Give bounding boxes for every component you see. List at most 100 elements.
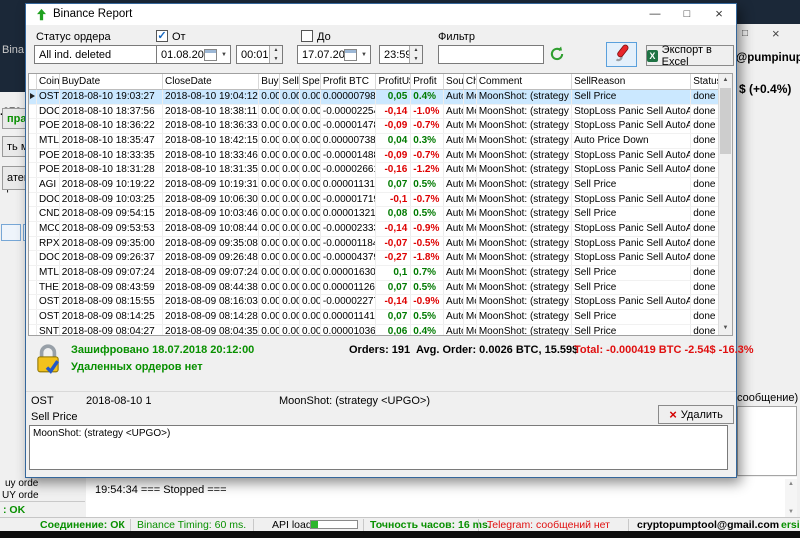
log-scrollbar[interactable]: ▲ ▼ xyxy=(785,479,797,517)
table-row[interactable]: MTL 2018-08-10 18:35:47 2018-08-10 18:42:1… xyxy=(29,133,721,149)
header-buyf[interactable]: BuyF xyxy=(259,74,281,90)
cell-coin: POE xyxy=(38,163,60,177)
comment-textarea[interactable]: MoonShot: (strategy <UPGO>) xyxy=(29,425,728,470)
table-row[interactable]: DOC 2018-08-09 10:03:25 2018-08-09 10:06:3… xyxy=(29,192,721,208)
from-date-picker[interactable]: 01.08.2018 ▼ xyxy=(156,45,231,64)
back-maximize-button[interactable]: □ xyxy=(742,28,748,39)
header-sper[interactable]: Sper xyxy=(300,74,321,90)
refresh-button[interactable] xyxy=(549,46,569,64)
delete-x-icon: × xyxy=(669,406,677,422)
header-source[interactable]: Sour xyxy=(444,74,464,90)
cell-reason: Sell Price xyxy=(572,324,692,335)
scroll-up-icon[interactable]: ▲ xyxy=(719,74,732,87)
header-comment[interactable]: Comment xyxy=(476,74,573,90)
header-closedate[interactable]: CloseDate xyxy=(163,74,260,90)
cell-close: 2018-08-09 08:04:35 xyxy=(163,324,260,335)
table-row[interactable]: POE 2018-08-10 18:33:35 2018-08-10 18:33:4… xyxy=(29,148,721,164)
cell-comment: MoonShot: (strategy <UPGO>) xyxy=(477,221,573,236)
ticker-fragment: $ (+0.4%) xyxy=(739,82,792,96)
cell-ch: Mc xyxy=(464,163,477,177)
cell-comment: MoonShot: (strategy <UPGO>) xyxy=(477,295,573,309)
spin-down-icon[interactable]: ▼ xyxy=(270,55,282,64)
back-message-box[interactable] xyxy=(737,406,797,476)
table-row[interactable]: MTL 2018-08-09 09:07:24 2018-08-09 09:07:2… xyxy=(29,265,721,281)
cell-status: done xyxy=(693,252,716,264)
scrollbar-thumb[interactable] xyxy=(720,88,731,154)
back-close-button[interactable]: × xyxy=(772,26,780,41)
row-marker xyxy=(29,251,37,265)
cell-sour: Auto xyxy=(444,207,464,221)
spin-down-icon[interactable]: ▼ xyxy=(410,55,422,64)
spin-up-icon[interactable]: ▲ xyxy=(270,46,282,55)
taskbar[interactable] xyxy=(0,531,800,538)
log-area xyxy=(86,477,797,517)
header-sellf[interactable]: SellF xyxy=(280,74,301,90)
settings-button[interactable] xyxy=(606,42,637,67)
header-buydate[interactable]: BuyDate xyxy=(59,74,164,90)
table-row[interactable]: AGI 2018-08-09 10:19:22 2018-08-09 10:19:3… xyxy=(29,177,721,193)
header-status[interactable]: Status xyxy=(691,74,721,90)
cell-usd: -0,09 xyxy=(376,148,412,163)
cell-reason: Sell Price xyxy=(572,280,692,295)
table-row[interactable]: RPX 2018-08-09 09:35:00 2018-08-09 09:35:0… xyxy=(29,236,721,252)
table-row[interactable]: DOC 2018-08-10 18:37:56 2018-08-10 18:38:1… xyxy=(29,104,721,120)
order-status-combobox[interactable]: All ind. deleted ▼ xyxy=(34,45,166,64)
table-row[interactable]: DOC 2018-08-09 09:26:37 2018-08-09 09:26:4… xyxy=(29,251,721,266)
table-row[interactable]: THET2018-08-09 08:43:592018-08-09 08:44:… xyxy=(29,280,721,296)
close-button[interactable]: × xyxy=(703,4,735,25)
scroll-down-icon[interactable]: ▼ xyxy=(785,507,797,517)
detail-panel: OST 2018-08-10 1 MoonShot: (strategy <UP… xyxy=(26,391,736,426)
cell-coin: OST xyxy=(38,295,60,309)
maximize-button[interactable]: □ xyxy=(671,4,703,25)
table-row[interactable]: SNT 2018-08-09 08:04:27 2018-08-09 08:04:3… xyxy=(29,324,721,335)
cell-buyf: 0.00 xyxy=(261,221,281,236)
cell-buyf: 0.00 xyxy=(261,280,281,295)
spinner[interactable]: ▲ ▼ xyxy=(409,46,422,63)
table-row[interactable]: POE 2018-08-10 18:31:28 2018-08-10 18:31:3… xyxy=(29,163,721,178)
header-sellreason[interactable]: SellReason xyxy=(572,74,692,90)
header-profit-pct[interactable]: Profit xyxy=(411,74,445,90)
from-time-stepper[interactable]: 00:01 ▲ ▼ xyxy=(236,45,283,64)
cell-sper: 0.00 xyxy=(302,163,321,177)
left-fragment-button[interactable] xyxy=(1,224,21,241)
to-time-stepper[interactable]: 23:59 ▲ ▼ xyxy=(379,45,423,64)
header-coin[interactable]: Coin xyxy=(36,74,60,90)
cell-btc: 0.00001036 xyxy=(321,324,377,335)
from-checkbox[interactable]: ✓ xyxy=(156,30,168,42)
cell-buyf: 0.00 xyxy=(261,192,281,207)
cell-buy: 2018-08-09 09:26:37 xyxy=(60,251,164,265)
cell-sper: 0.00 xyxy=(302,221,321,236)
table-row[interactable]: MCO2018-08-09 09:53:532018-08-09 10:08:4… xyxy=(29,221,721,237)
table-row[interactable]: CND 2018-08-09 09:54:15 2018-08-09 10:03:4… xyxy=(29,207,721,222)
spin-up-icon[interactable]: ▲ xyxy=(410,46,422,55)
status-bar: Соединение: ОК Binance Timing: 60 ms. AP… xyxy=(0,517,800,532)
cell-usd: 0,1 xyxy=(376,265,412,280)
to-date-picker[interactable]: 17.07.2018 ▼ xyxy=(297,45,371,64)
header-profit-btc[interactable]: Profit BTC xyxy=(320,74,377,90)
cell-ch: Mc xyxy=(464,324,477,335)
cell-pct: -0.9% xyxy=(411,295,445,309)
header-ch[interactable]: Ch xyxy=(463,74,477,90)
cell-sper: 0.00 xyxy=(302,236,321,251)
filter-input[interactable] xyxy=(438,45,544,64)
cell-close: 2018-08-09 09:07:24 xyxy=(165,265,260,280)
scroll-up-icon[interactable]: ▲ xyxy=(785,479,797,489)
table-row[interactable]: OST 2018-08-09 08:14:25 2018-08-09 08:14:2… xyxy=(29,309,721,325)
header-profit-usd[interactable]: ProfitU$ xyxy=(376,74,412,90)
cell-reason: StopLoss Panic Sell AutoActivated or xyxy=(572,192,692,207)
table-scrollbar[interactable]: ▲ ▼ xyxy=(718,74,732,335)
spinner[interactable]: ▲ ▼ xyxy=(269,46,282,63)
cell-coin: AGI xyxy=(37,177,60,192)
to-checkbox[interactable] xyxy=(301,30,313,42)
export-excel-button[interactable]: X Экспорт в Excel xyxy=(646,44,734,68)
summary-panel: Зашифровано 18.07.2018 20:12:00 Удаленны… xyxy=(26,338,754,390)
table-row[interactable]: OST 2018-08-10 19:03:27 2018-08-10 19:04:1… xyxy=(29,90,721,105)
delete-button[interactable]: × Удалить xyxy=(658,405,734,424)
scroll-down-icon[interactable]: ▼ xyxy=(719,322,732,335)
minimize-button[interactable]: — xyxy=(639,4,671,25)
cell-btc: 0.00001630 xyxy=(322,265,377,280)
title-bar[interactable]: Binance Report — □ × xyxy=(26,4,736,25)
cell-status: done xyxy=(693,193,716,205)
table-row[interactable]: POE 2018-08-10 18:36:22 2018-08-10 18:36:3… xyxy=(29,119,721,134)
table-row[interactable]: OST 2018-08-09 08:15:55 2018-08-09 08:16:0… xyxy=(29,295,721,310)
